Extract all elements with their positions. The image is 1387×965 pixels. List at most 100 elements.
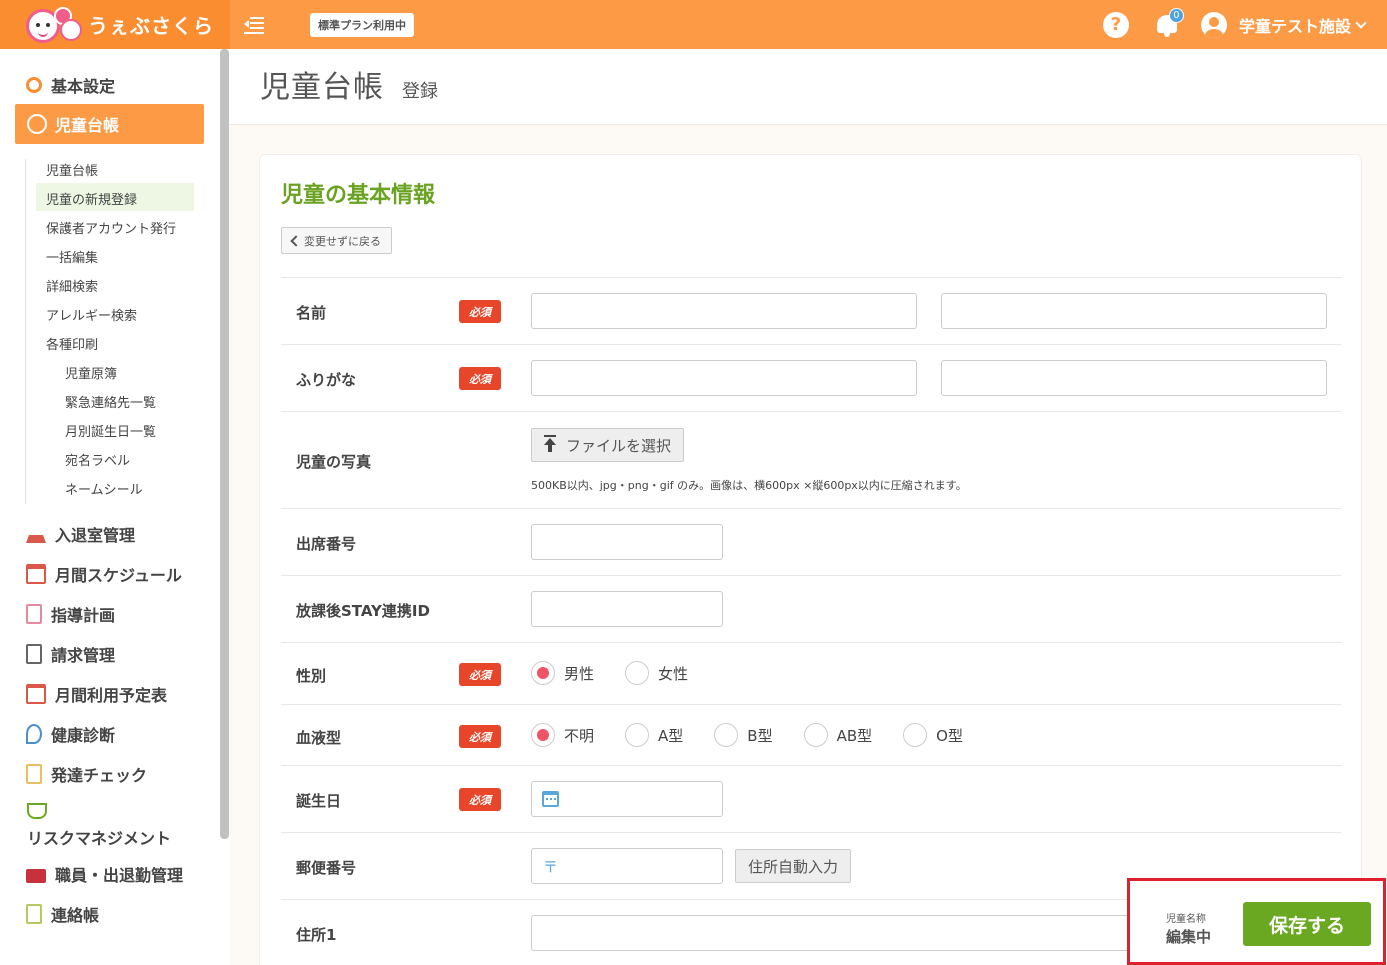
sidebar-item-label: 基本設定 bbox=[51, 77, 116, 96]
submenu-item-new-child[interactable]: 児童の新規登録 bbox=[46, 189, 137, 208]
sidebar-item-billing[interactable]: 請求管理 bbox=[26, 642, 115, 666]
blood-option-o[interactable]: O型 bbox=[903, 723, 963, 747]
page-title: 児童台帳 bbox=[260, 70, 384, 105]
submenu-item-child-ledger[interactable]: 児童原簿 bbox=[65, 363, 117, 382]
chevron-down-icon[interactable] bbox=[1355, 16, 1367, 29]
sidebar-item-child-register[interactable]: 児童台帳 bbox=[15, 104, 204, 144]
submenu-item-child-register[interactable]: 児童台帳 bbox=[46, 160, 98, 179]
field-label-attendance-no: 出席番号 bbox=[296, 535, 357, 553]
blood-option-unknown[interactable]: 不明 bbox=[531, 723, 594, 747]
radio-unchecked-icon bbox=[903, 723, 928, 747]
radio-unchecked-icon bbox=[625, 723, 650, 747]
blood-option-b[interactable]: B型 bbox=[714, 723, 773, 747]
page-subtitle: 登録 bbox=[402, 81, 438, 102]
file-select-button[interactable]: ファイルを選択 bbox=[531, 428, 685, 462]
logo-mascot-icon bbox=[24, 5, 82, 45]
stethoscope-icon bbox=[26, 724, 42, 744]
sidebar-item-risk-management[interactable]: リスクマネジメント bbox=[27, 803, 171, 849]
required-badge: 必須 bbox=[459, 300, 501, 323]
sidebar-item-monthly-plan[interactable]: 月間利用予定表 bbox=[26, 682, 167, 706]
top-header: うぇぶさくら 標準プラン利用中 ? 0 学童テスト施設 bbox=[0, 0, 1387, 49]
row-blood-type: 血液型 必須 不明 A型 B型 AB型 O型 bbox=[281, 704, 1342, 765]
first-name-input[interactable] bbox=[941, 293, 1327, 329]
submenu-item-guardian-account[interactable]: 保護者アカウント発行 bbox=[46, 218, 176, 237]
last-name-kana-input[interactable] bbox=[531, 360, 917, 396]
sidebar-item-label: リスクマネジメント bbox=[27, 829, 172, 848]
attendance-no-input[interactable] bbox=[531, 524, 723, 560]
calendar-icon bbox=[542, 791, 559, 807]
hands-heart-icon bbox=[27, 803, 47, 819]
radio-unchecked-icon bbox=[803, 723, 828, 747]
sidebar-item-monthly-schedule[interactable]: 月間スケジュール bbox=[26, 562, 182, 586]
sidebar-item-contact-book[interactable]: 連絡帳 bbox=[26, 902, 99, 926]
school-icon bbox=[26, 525, 46, 543]
menu-toggle-icon[interactable] bbox=[244, 15, 268, 35]
submenu-item-allergy-search[interactable]: アレルギー検索 bbox=[46, 305, 137, 324]
back-button[interactable]: 変更せずに戻る bbox=[281, 227, 392, 254]
form-card: 児童の基本情報 変更せずに戻る 名前 必須 ふりがな 必須 児童の写真 ファイル… bbox=[259, 154, 1362, 965]
address-autofill-button[interactable]: 住所自動入力 bbox=[735, 849, 852, 883]
row-stay-id: 放課後STAY連携ID bbox=[281, 575, 1342, 642]
birthday-date-input[interactable] bbox=[531, 781, 723, 817]
first-name-kana-input[interactable] bbox=[941, 360, 1327, 396]
required-badge: 必須 bbox=[459, 725, 501, 748]
blood-type-radio-group: 不明 A型 B型 AB型 O型 bbox=[531, 723, 994, 747]
field-label-name: 名前 bbox=[296, 304, 327, 322]
required-badge: 必須 bbox=[459, 663, 501, 686]
address1-input[interactable] bbox=[531, 915, 1131, 951]
sidebar-item-attendance[interactable]: 入退室管理 bbox=[26, 522, 135, 546]
sidebar-item-guidance-plan[interactable]: 指導計画 bbox=[26, 602, 115, 626]
gender-option-male[interactable]: 男性 bbox=[531, 661, 594, 685]
stay-id-input[interactable] bbox=[531, 591, 723, 627]
photo-hint: 500KB以内、jpg・png・gif のみ。画像は、横600px ×縦600p… bbox=[531, 479, 967, 492]
required-badge: 必須 bbox=[459, 788, 501, 811]
user-name[interactable]: 学童テスト施設 bbox=[1239, 13, 1351, 37]
help-icon[interactable]: ? bbox=[1102, 11, 1129, 38]
title-bar: 児童台帳 登録 bbox=[230, 49, 1387, 125]
radio-checked-icon bbox=[531, 661, 555, 685]
upload-icon bbox=[544, 435, 556, 453]
required-badge: 必須 bbox=[459, 367, 501, 390]
submenu-guide-line bbox=[25, 159, 26, 504]
submenu-item-bulk-edit[interactable]: 一括編集 bbox=[46, 247, 98, 266]
sidebar-item-label: 発達チェック bbox=[51, 766, 148, 785]
radio-label: AB型 bbox=[836, 726, 873, 745]
field-label-blood-type: 血液型 bbox=[296, 729, 342, 747]
row-name: 名前 必須 bbox=[281, 277, 1342, 344]
radio-label: 女性 bbox=[658, 664, 689, 683]
sidebar: 基本設定 児童台帳 児童台帳 児童の新規登録 保護者アカウント発行 一括編集 詳… bbox=[0, 49, 230, 965]
save-button[interactable]: 保存する bbox=[1243, 902, 1371, 946]
logo-text: うぇぶさくら bbox=[88, 14, 214, 38]
user-avatar-icon[interactable] bbox=[1200, 11, 1227, 38]
sidebar-item-health-check[interactable]: 健康診断 bbox=[26, 722, 115, 746]
sidebar-item-staff-attendance[interactable]: 職員・出退勤管理 bbox=[26, 862, 183, 886]
radio-label: B型 bbox=[747, 726, 773, 745]
blood-option-a[interactable]: A型 bbox=[625, 723, 683, 747]
postal-code-input[interactable]: 〒 bbox=[531, 848, 723, 884]
sidebar-item-development-check[interactable]: 発達チェック bbox=[26, 762, 147, 786]
sidebar-item-basic-settings[interactable]: 基本設定 bbox=[26, 73, 115, 97]
field-label-gender: 性別 bbox=[296, 667, 327, 685]
submenu-item-emergency-contacts[interactable]: 緊急連絡先一覧 bbox=[65, 392, 156, 411]
submenu-item-address-labels[interactable]: 宛名ラベル bbox=[65, 450, 130, 469]
radio-label: 不明 bbox=[564, 726, 595, 745]
radio-unchecked-icon bbox=[625, 661, 650, 685]
field-label-birthday: 誕生日 bbox=[296, 792, 342, 810]
plan-badge: 標準プラン利用中 bbox=[310, 12, 414, 37]
sidebar-item-label: 連絡帳 bbox=[51, 906, 100, 925]
child-face-icon bbox=[27, 114, 47, 134]
bell-icon[interactable]: 0 bbox=[1155, 7, 1184, 38]
radio-label: A型 bbox=[658, 726, 684, 745]
row-gender: 性別 必須 男性 女性 bbox=[281, 642, 1342, 704]
blood-option-ab[interactable]: AB型 bbox=[803, 723, 873, 747]
last-name-input[interactable] bbox=[531, 293, 917, 329]
submenu-item-detail-search[interactable]: 詳細検索 bbox=[46, 276, 98, 295]
sidebar-item-label: 指導計画 bbox=[51, 606, 116, 625]
submenu-item-name-stickers[interactable]: ネームシール bbox=[65, 479, 143, 498]
submenu-item-monthly-birthdays[interactable]: 月別誕生日一覧 bbox=[65, 421, 156, 440]
logo[interactable]: うぇぶさくら bbox=[0, 0, 230, 49]
checklist-icon bbox=[26, 764, 42, 784]
gender-option-female[interactable]: 女性 bbox=[625, 661, 688, 685]
sidebar-scrollbar[interactable] bbox=[220, 49, 229, 839]
submenu-item-printing[interactable]: 各種印刷 bbox=[46, 334, 98, 353]
